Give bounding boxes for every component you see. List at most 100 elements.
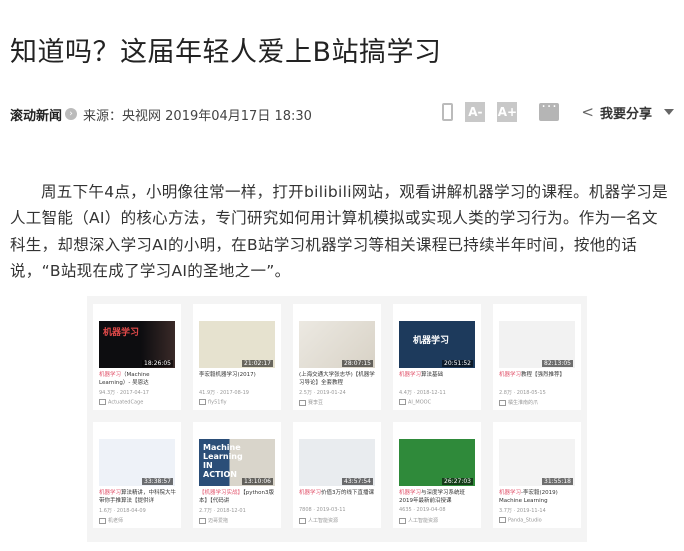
video-duration: 26:27:03 <box>442 478 473 485</box>
uploader-name: 迈哥爱拖 <box>208 518 229 524</box>
video-title[interactable]: 机器学习（Machine Learning）- 吴恩达 <box>99 371 177 387</box>
video-stats: 4.4万 · 2018-12-11 <box>399 390 446 396</box>
uploader-name: 人工智能资源 <box>408 518 439 524</box>
video-thumbnail[interactable]: 21:02:17 <box>199 321 275 368</box>
title-keyword: 机器学习 <box>399 490 422 496</box>
video-title[interactable]: (上海交通大学张志华)【机器学习导论】全套教程 <box>299 371 377 387</box>
uploader-name: 赛李豆 <box>308 400 324 406</box>
video-thumbnail[interactable]: 43:57:54 <box>299 439 375 486</box>
uploader-icon <box>499 399 506 406</box>
video-stats: 2.8万 · 2018-05-15 <box>499 390 546 396</box>
video-duration: 43:57:54 <box>342 478 373 485</box>
video-duration: 31:55:18 <box>542 478 573 485</box>
video-thumbnail[interactable]: 82:13:05 <box>499 321 575 368</box>
uploader-name: 人工智能资源 <box>308 518 339 524</box>
video-card[interactable]: 28:07:15 (上海交通大学张志华)【机器学习导论】全套教程 2.5万 · 20… <box>293 304 381 410</box>
uploader-name: AI_MOOC <box>408 399 432 406</box>
uploader-icon <box>99 399 106 405</box>
video-uploader[interactable]: 人工智能资源 <box>299 517 338 524</box>
video-duration: 13:10:06 <box>242 478 273 485</box>
title-rest: 价值3万的线下直播课 <box>321 490 375 496</box>
video-card[interactable]: 33:38:57 机器学习算法精讲，中科院大牛带你手推算法【提供详 1.6万 · 2… <box>93 422 181 528</box>
uploader-name: ActuatedCage <box>108 399 144 406</box>
title-keyword: 机器学习 <box>499 372 522 378</box>
video-thumbnail[interactable]: 31:55:18 <box>499 439 575 486</box>
comment-icon[interactable] <box>539 99 560 121</box>
video-thumbnail[interactable]: 28:07:15 <box>299 321 375 368</box>
uploader-name: fly51fly <box>208 399 227 406</box>
uploader-icon <box>299 517 306 524</box>
video-uploader[interactable]: 橘生淮南的爪 <box>499 399 538 406</box>
video-uploader[interactable]: ActuatedCage <box>99 399 143 406</box>
video-card[interactable]: 31:55:18 机器学习-李宏毅(2019) Machine Learning 3… <box>493 422 581 528</box>
video-title[interactable]: 机器学习与深度学习系统班2019年最新前沿授课 <box>399 489 477 505</box>
title-keyword: 机器学习 <box>399 372 422 378</box>
video-duration: 18:26:05 <box>142 360 173 367</box>
title-keyword: 机器学习 <box>99 372 122 378</box>
video-title[interactable]: 李宏毅机器学习(2017) <box>199 371 277 379</box>
uploader-icon <box>499 517 506 523</box>
video-title[interactable]: 机器学习价值3万的线下直播课 <box>299 489 377 497</box>
video-card[interactable]: Machine Learning IN ACTION 13:10:06 【机器学习实… <box>193 422 281 528</box>
video-uploader[interactable]: 赛李豆 <box>299 399 323 406</box>
video-thumbnail[interactable]: 机器学习 18:26:05 <box>99 321 175 368</box>
video-uploader[interactable]: Panda_Studio <box>499 517 542 524</box>
video-duration: 28:07:15 <box>342 360 373 367</box>
uploader-icon <box>199 399 206 405</box>
title-rest: (上海交通大学张志华)【机器学习导论】全套教程 <box>299 372 375 386</box>
source-category-link[interactable]: 滚动新闻 <box>10 105 62 124</box>
video-uploader[interactable]: fly51fly <box>199 399 227 406</box>
uploader-icon <box>399 399 406 405</box>
title-keyword: 机器学习 <box>99 490 122 496</box>
video-title[interactable]: 机器学习教程【强烈推荐】 <box>499 371 577 379</box>
share-menu[interactable]: < 我要分享 <box>581 103 674 122</box>
video-uploader[interactable]: AI_MOOC <box>399 399 431 406</box>
title-keyword: 【机器学习实战】 <box>199 490 244 496</box>
thumbnail-text: 机器学习 <box>103 328 140 338</box>
video-duration: 33:38:57 <box>142 478 173 485</box>
title-keyword: 机器学习 <box>499 490 522 496</box>
video-title[interactable]: 机器学习-李宏毅(2019) Machine Learning <box>499 489 577 505</box>
title-rest: 李宏毅机器学习(2017) <box>199 372 256 378</box>
source-line: 来源：央视网 2019年04月17日 18:30 <box>83 108 312 124</box>
video-thumbnail[interactable]: 26:27:03 <box>399 439 475 486</box>
uploader-name: 机老师 <box>108 518 124 524</box>
chevron-down-icon <box>664 109 674 115</box>
uploader-icon <box>99 517 106 524</box>
mobile-phone-icon[interactable] <box>442 103 454 121</box>
video-stats: 2.7万 · 2018-12-01 <box>199 508 246 514</box>
video-uploader[interactable]: 迈哥爱拖 <box>199 517 228 524</box>
share-label: 我要分享 <box>599 106 652 122</box>
video-card[interactable]: 82:13:05 机器学习教程【强烈推荐】 2.8万 · 2018-05-15 橘生淮… <box>493 304 581 410</box>
video-stats: 94.3万 · 2017-04-17 <box>99 390 149 396</box>
font-smaller-button[interactable]: A- <box>465 102 486 122</box>
uploader-icon <box>299 399 306 406</box>
circle-arrow-icon[interactable]: › <box>65 108 78 120</box>
article-toolbar: A- A+ < 我要分享 <box>442 99 674 122</box>
video-card[interactable]: 43:57:54 机器学习价值3万的线下直播课 7808 · 2019-03-11 人… <box>293 422 381 528</box>
video-uploader[interactable]: 人工智能资源 <box>399 517 438 524</box>
video-stats: 3.7万 · 2019-11-14 <box>499 508 546 514</box>
video-card[interactable]: 机器学习 18:26:05 机器学习（Machine Learning）- 吴恩达 9… <box>93 304 181 410</box>
video-uploader[interactable]: 机老师 <box>99 517 123 524</box>
video-stats: 1.6万 · 2018-04-09 <box>99 508 146 514</box>
title-rest: 算法基础 <box>421 372 444 378</box>
font-larger-button[interactable]: A+ <box>497 102 518 122</box>
video-duration: 21:02:17 <box>242 360 273 367</box>
title-rest: 教程【强烈推荐】 <box>521 372 566 378</box>
video-thumbnail[interactable]: 33:38:57 <box>99 439 175 486</box>
video-card[interactable]: 21:02:17 李宏毅机器学习(2017) 41.9万 · 2017-08-19 f… <box>193 304 281 410</box>
video-grid-screenshot: 机器学习 18:26:05 机器学习（Machine Learning）- 吴恩达 9… <box>87 296 587 542</box>
uploader-name: 橘生淮南的爪 <box>508 400 539 406</box>
video-title[interactable]: 机器学习算法基础 <box>399 371 477 379</box>
video-thumbnail[interactable]: 机器学习 20:51:52 <box>399 321 475 368</box>
video-stats: 2.5万 · 2019-01-24 <box>299 390 346 396</box>
video-stats: 7808 · 2019-03-11 <box>299 507 346 513</box>
video-card[interactable]: 26:27:03 机器学习与深度学习系统班2019年最新前沿授课 4635 · 20… <box>393 422 481 528</box>
article-title: 知道吗？这届年轻人爱上B站搞学习 <box>10 37 442 68</box>
video-title[interactable]: 机器学习算法精讲，中科院大牛带你手推算法【提供详 <box>99 489 177 505</box>
video-duration: 20:51:52 <box>442 360 473 367</box>
video-title[interactable]: 【机器学习实战】【python3版本】【代码讲 <box>199 489 277 505</box>
video-thumbnail[interactable]: Machine Learning IN ACTION 13:10:06 <box>199 439 275 486</box>
video-card[interactable]: 机器学习 20:51:52 机器学习算法基础 4.4万 · 2018-12-11 AI_… <box>393 304 481 410</box>
